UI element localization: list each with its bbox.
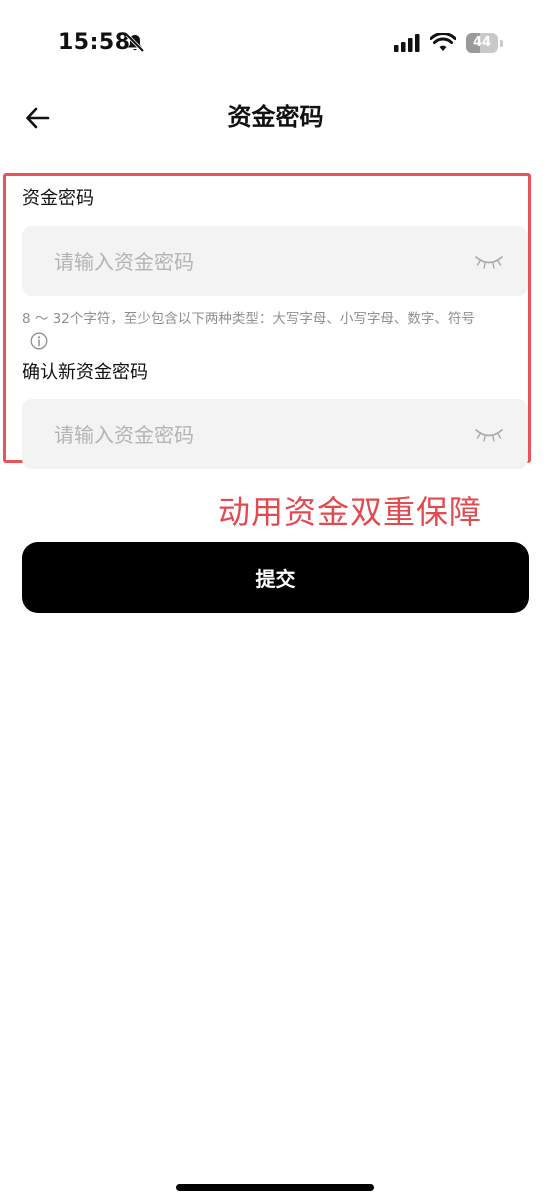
bell-muted-icon xyxy=(125,33,145,53)
submit-button[interactable]: 提交 xyxy=(22,542,529,613)
battery-icon: 44 xyxy=(466,33,504,55)
confirm-password-input[interactable] xyxy=(52,399,456,471)
home-indicator[interactable] xyxy=(176,1184,374,1191)
password-field[interactable] xyxy=(22,226,528,298)
eye-closed-icon[interactable] xyxy=(474,427,504,443)
status-bar: 15:58 44 xyxy=(0,0,551,90)
confirm-password-field[interactable] xyxy=(22,399,528,471)
page-title: 资金密码 xyxy=(227,103,324,131)
battery-body: 44 xyxy=(466,33,498,53)
status-time: 15:58 xyxy=(58,30,131,55)
confirm-password-label: 确认新资金密码 xyxy=(22,362,148,383)
eye-closed-icon[interactable] xyxy=(474,254,504,270)
battery-tip xyxy=(500,40,503,47)
battery-percentage: 44 xyxy=(472,35,492,50)
annotation-text: 动用资金双重保障 xyxy=(218,493,483,531)
password-label: 资金密码 xyxy=(22,188,94,209)
wifi-icon xyxy=(430,33,456,51)
cellular-signal-icon xyxy=(394,34,420,52)
password-hint: 8 ～ 32个字符，至少包含以下两种类型：大写字母、小写字母、数字、符号 xyxy=(22,311,475,327)
info-icon[interactable] xyxy=(30,332,48,350)
password-input[interactable] xyxy=(52,226,456,298)
